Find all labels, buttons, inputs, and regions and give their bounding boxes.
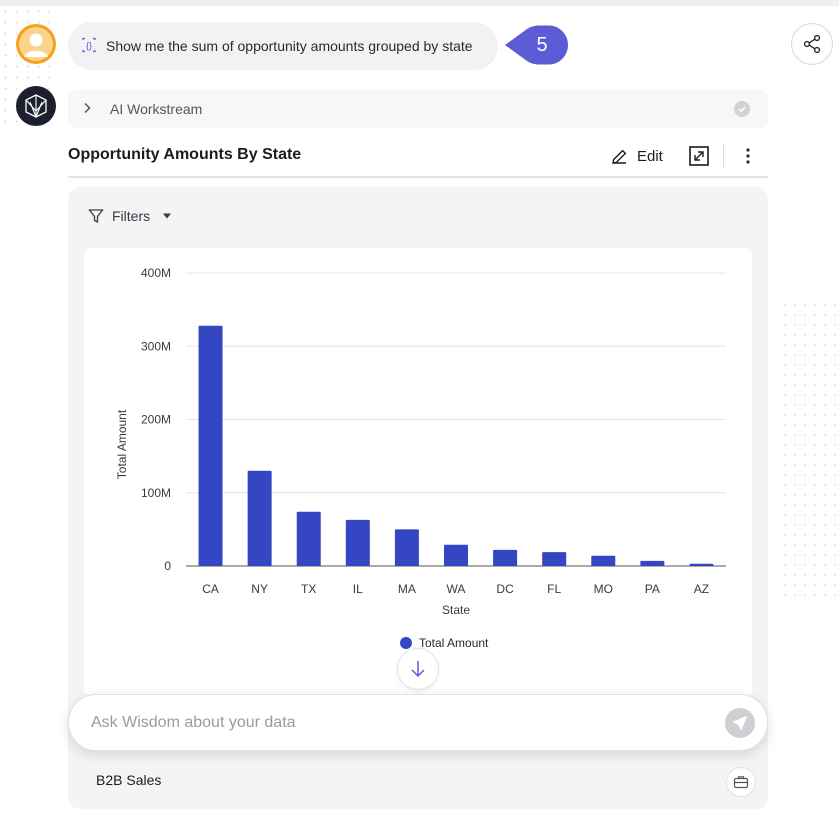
bar — [493, 549, 518, 566]
send-button[interactable] — [725, 708, 755, 738]
more-vertical-icon — [746, 148, 750, 164]
bar — [296, 511, 321, 566]
y-tick-label: 400M — [141, 266, 171, 280]
bar — [689, 563, 714, 566]
pencil-icon — [612, 149, 627, 164]
legend-marker — [400, 637, 412, 649]
share-button[interactable] — [791, 23, 833, 65]
bar — [591, 555, 616, 566]
bar-chart: 0 100M 200M 300M 400M CA NY TX IL MA WA DC FL MO PA AZ S… — [115, 266, 726, 650]
query-number: 5 — [536, 34, 548, 56]
workstream-label: AI Workstream — [110, 101, 203, 117]
x-tick-label: WA — [447, 582, 466, 596]
share-icon — [803, 34, 821, 54]
x-tick-label: DC — [496, 582, 514, 596]
expand-icon — [689, 146, 709, 166]
x-tick-label: CA — [202, 582, 219, 596]
edit-label: Edit — [637, 147, 663, 165]
edit-button[interactable]: Edit — [610, 145, 663, 167]
y-tick-label: 200M — [141, 413, 171, 427]
expand-button[interactable] — [688, 145, 710, 167]
top-bar — [0, 0, 839, 6]
wisdom-logo-icon — [16, 86, 56, 126]
x-tick-label: IL — [353, 582, 363, 596]
arrow-down-icon — [411, 661, 425, 678]
bar — [542, 552, 567, 566]
ask-input[interactable] — [91, 713, 691, 732]
y-tick-label: 300M — [141, 339, 171, 353]
caret-down-icon — [163, 213, 172, 219]
svg-text:{}: {} — [86, 40, 92, 50]
divider — [68, 176, 768, 178]
query-bubble: {} Show me the sum of opportunity amount… — [68, 22, 498, 70]
bar — [640, 560, 665, 566]
chart-title: Opportunity Amounts By State — [68, 146, 302, 163]
check-circle-icon — [734, 101, 750, 117]
more-options-button[interactable] — [738, 145, 758, 167]
bar — [247, 470, 272, 566]
x-tick-label: MA — [398, 582, 416, 596]
y-tick-label: 100M — [141, 486, 171, 500]
x-tick-label: MO — [594, 582, 613, 596]
send-icon — [733, 716, 747, 730]
ai-workstream-toggle[interactable]: AI Workstream — [68, 90, 768, 128]
dataset-button[interactable] — [726, 767, 756, 797]
x-tick-label: FL — [547, 582, 561, 596]
user-avatar-icon — [16, 24, 56, 64]
x-axis-title: State — [442, 603, 470, 617]
legend-label: Total Amount — [419, 636, 489, 650]
ai-query-icon: {} — [80, 36, 98, 57]
decorative-dots — [780, 300, 839, 600]
query-text: Show me the sum of opportunity amounts g… — [106, 38, 473, 54]
bar — [198, 325, 223, 566]
filters-dropdown[interactable]: Filters — [88, 206, 172, 226]
x-tick-label: TX — [301, 582, 316, 596]
bar — [394, 529, 419, 566]
y-axis-title: Total Amount — [115, 409, 129, 479]
x-tick-label: NY — [251, 582, 268, 596]
briefcase-icon — [733, 776, 749, 789]
dataset-name: B2B Sales — [96, 772, 162, 788]
bar — [444, 544, 468, 566]
bar — [345, 519, 370, 566]
x-tick-label: AZ — [694, 582, 709, 596]
chevron-right-icon — [82, 101, 92, 117]
filter-icon — [88, 209, 104, 224]
y-tick-label: 0 — [164, 559, 171, 573]
filters-label: Filters — [112, 208, 151, 224]
ask-box — [68, 694, 768, 751]
divider — [723, 143, 724, 167]
scroll-down-button[interactable] — [397, 648, 439, 690]
x-tick-label: PA — [645, 582, 660, 596]
